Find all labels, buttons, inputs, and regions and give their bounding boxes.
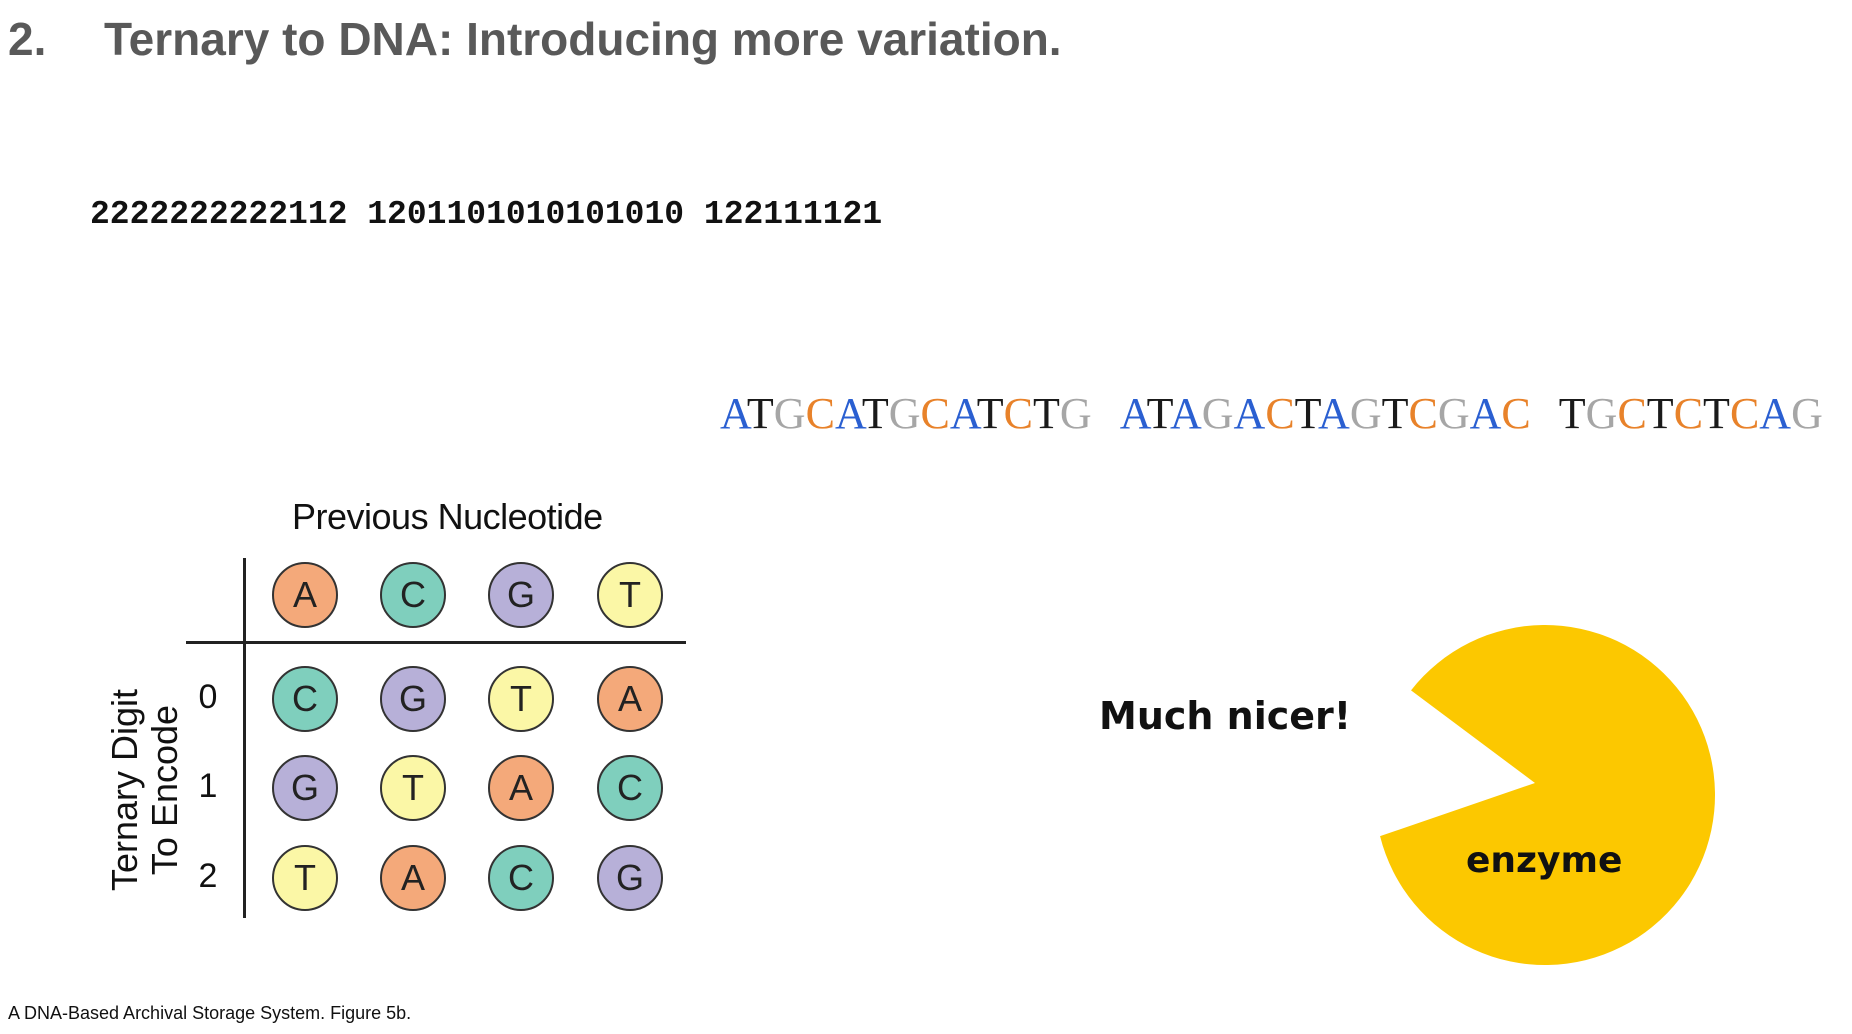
dna-letter: G — [888, 389, 921, 438]
enzyme-shape — [1380, 625, 1715, 965]
dna-letter: A — [949, 389, 977, 438]
dna-group: ATGCATGCATCTG — [720, 388, 1092, 439]
table-cell-nucleotide: A — [597, 666, 663, 732]
table-horizontal-divider — [186, 641, 686, 644]
dna-letter: G — [1585, 389, 1618, 438]
dna-letter: T — [1381, 389, 1409, 438]
row-digit-2: 2 — [198, 857, 218, 895]
slide-number: 2. — [8, 13, 47, 65]
row-header-line-1: Ternary Digit — [104, 688, 145, 892]
table-cell-nucleotide: A — [488, 755, 554, 821]
dna-letter: A — [1759, 389, 1792, 438]
table-cell-nucleotide: T — [272, 845, 338, 911]
column-nucleotide-a: A — [272, 562, 338, 628]
ternary-sequence: 2222222222112 1201101010101010 122111121 — [90, 196, 883, 233]
row-header-line-2: To Encode — [144, 704, 185, 876]
table-vertical-divider — [243, 558, 246, 918]
dna-group: ATAGACTAGTCGAC — [1120, 388, 1531, 439]
dna-letter: G — [1349, 389, 1382, 438]
dna-letter: C — [1501, 389, 1531, 438]
dna-letter: C — [1617, 389, 1647, 438]
row-digit-1: 1 — [198, 767, 218, 805]
table-cell-nucleotide: G — [272, 755, 338, 821]
dna-letter: A — [720, 389, 747, 438]
dna-letter: T — [1646, 389, 1674, 438]
dna-letter: C — [1673, 389, 1704, 438]
dna-letter: A — [1318, 389, 1350, 438]
dna-letter: T — [1294, 389, 1319, 438]
dna-letter: C — [1408, 389, 1438, 438]
dna-letter: T — [1146, 389, 1170, 438]
dna-sequence: ATGCATGCATCTG ATAGACTAGTCGAC TGCTCTCAG — [720, 388, 1823, 439]
table-cell-nucleotide: C — [597, 755, 663, 821]
dna-letter: A — [1233, 389, 1266, 438]
dna-letter: G — [1791, 389, 1823, 438]
column-nucleotide-g: G — [488, 562, 554, 628]
dna-letter: T — [1033, 389, 1060, 438]
table-cell-nucleotide: T — [380, 755, 446, 821]
dna-letter: G — [1059, 389, 1092, 438]
dna-letter: C — [920, 389, 950, 438]
dna-letter: T — [1703, 389, 1730, 438]
dna-letter: G — [1437, 389, 1470, 438]
dna-letter: A — [1169, 389, 1202, 438]
table-cell-nucleotide: G — [597, 845, 663, 911]
dna-letter: G — [773, 389, 806, 438]
dna-letter: C — [1729, 389, 1760, 438]
dna-letter: T — [976, 389, 1004, 438]
dna-letter: T — [861, 389, 889, 438]
dna-letter: T — [746, 389, 774, 438]
figure-caption: A DNA-Based Archival Storage System. Fig… — [8, 1003, 412, 1023]
column-nucleotide-t: T — [597, 562, 663, 628]
table-column-header: Previous Nucleotide — [292, 496, 603, 537]
row-digit-0: 0 — [198, 678, 218, 716]
dna-letter: C — [1265, 389, 1295, 438]
table-cell-nucleotide: G — [380, 666, 446, 732]
table-cell-nucleotide: C — [272, 666, 338, 732]
table-cell-nucleotide: C — [488, 845, 554, 911]
dna-letter: G — [1201, 389, 1234, 438]
dna-letter: C — [805, 389, 835, 438]
dna-letter: C — [1003, 389, 1034, 438]
enzyme-pacman — [1380, 625, 1715, 965]
column-nucleotide-c: C — [380, 562, 446, 628]
enzyme-label: enzyme — [1466, 840, 1623, 881]
table-cell-nucleotide: A — [380, 845, 446, 911]
table-cell-nucleotide: T — [488, 666, 554, 732]
dna-letter: A — [1469, 389, 1502, 438]
dna-group: TGCTCTCAG — [1559, 388, 1823, 439]
callout-text: Much nicer! — [1099, 694, 1352, 738]
dna-letter: A — [834, 389, 862, 438]
dna-letter: T — [1558, 389, 1586, 438]
slide-title: Ternary to DNA: Introducing more variati… — [104, 13, 1062, 65]
dna-letter: A — [1119, 389, 1147, 438]
